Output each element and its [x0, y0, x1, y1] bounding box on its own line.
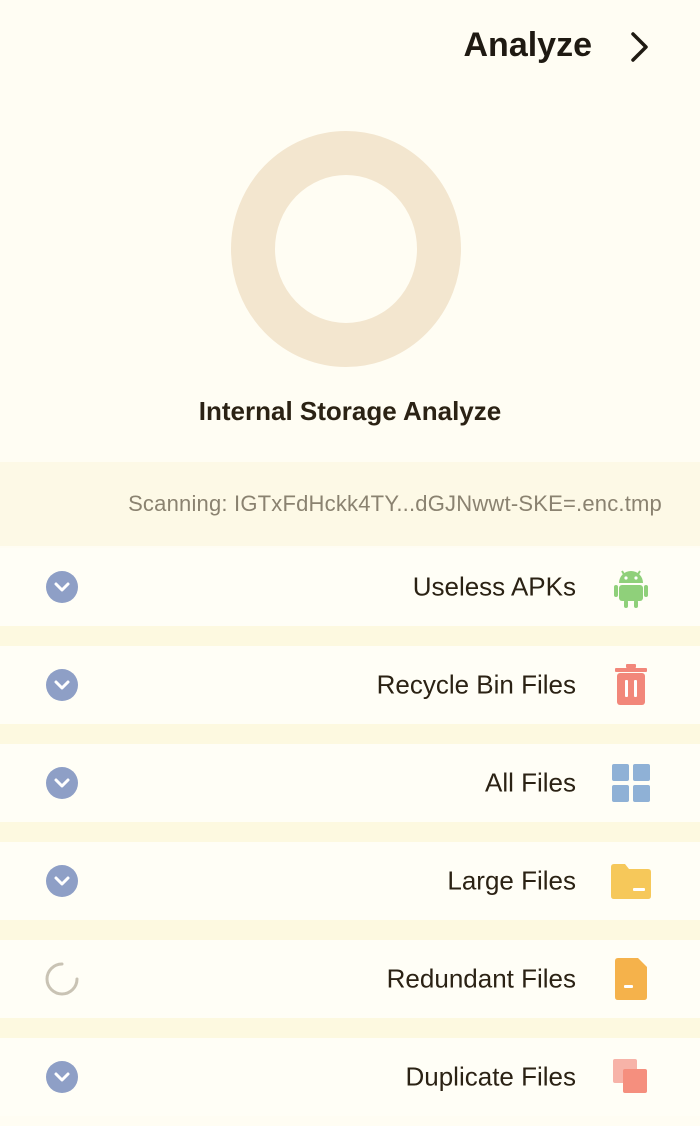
chevron-down-icon[interactable] [46, 571, 78, 603]
list-item-label: Duplicate Files [405, 1061, 576, 1092]
chevron-down-icon[interactable] [46, 1061, 78, 1093]
list-item-label: Useless APKs [412, 571, 576, 602]
folder-icon [608, 858, 654, 904]
back-button[interactable] [622, 30, 656, 64]
chevron-right-icon [631, 32, 648, 62]
list-item-duplicate-files[interactable]: Duplicate Files [0, 1038, 700, 1116]
list-item-large-files[interactable]: Large Files [0, 842, 700, 920]
list-item-all-files[interactable]: All Files [0, 744, 700, 822]
chevron-down-icon[interactable] [46, 767, 78, 799]
scan-status-text: Scanning: IGTxFdHckk4TY...dGJNwwt-SKE=.e… [128, 491, 662, 516]
storage-ring [230, 130, 462, 368]
trash-icon [608, 662, 654, 708]
list-item-redundant-files[interactable]: Redundant Files [0, 940, 700, 1018]
list-item-label: Large Files [447, 865, 576, 896]
page-title: Analyze [463, 26, 593, 64]
list-item-recycle-bin-files[interactable]: Recycle Bin Files [0, 646, 700, 724]
list-item-label: All Files [484, 767, 576, 798]
divider [0, 822, 700, 842]
duplicate-icon [608, 1054, 654, 1100]
analyze-screen: Analyze Internal Storage Analyze Scannin… [0, 0, 700, 1126]
scan-status-bar: Scanning: IGTxFdHckk4TY...dGJNwwt-SKE=.e… [0, 462, 700, 546]
list-item-label: Redundant Files [386, 963, 576, 994]
loading-spinner-icon [44, 961, 80, 997]
divider [0, 920, 700, 940]
storage-ring-graphic [231, 131, 461, 367]
divider [0, 724, 700, 744]
divider [0, 1018, 700, 1038]
storage-analyze-label: Internal Storage Analyze [198, 396, 502, 426]
header: Analyze [0, 0, 700, 96]
android-icon [608, 564, 654, 610]
divider [0, 626, 700, 646]
chevron-down-icon[interactable] [46, 669, 78, 701]
list-item-label: Recycle Bin Files [376, 669, 576, 700]
grid-icon [608, 760, 654, 806]
chevron-down-icon[interactable] [46, 865, 78, 897]
document-icon [608, 956, 654, 1002]
list-item-useless-apks[interactable]: Useless APKs [0, 548, 700, 626]
